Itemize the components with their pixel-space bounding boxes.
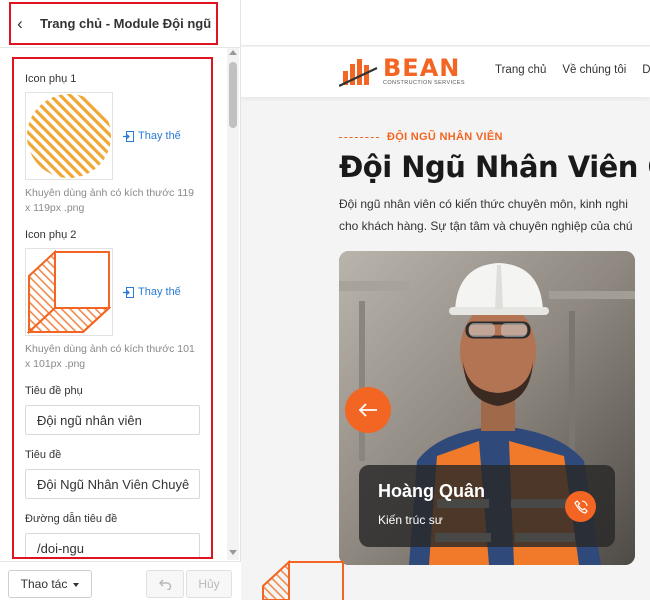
scrollbar-thumb[interactable] [229, 62, 237, 128]
icon2-thumbnail[interactable] [25, 248, 113, 336]
logo-tagline: CONSTRUCTION SERVICES [383, 80, 465, 86]
member-info: Hoàng Quân Kiến trúc sư [359, 465, 615, 547]
striped-cube-icon [27, 250, 111, 334]
icon2-hint: Khuyên dùng ảnh có kích thước 101 x 101p… [25, 343, 195, 370]
nav-item-more[interactable]: D [642, 64, 650, 76]
title-label: Tiêu đề [25, 449, 62, 461]
arrow-left-icon [358, 403, 377, 417]
panel-divider [0, 47, 241, 48]
nav-item-about[interactable]: Về chúng tôi [562, 64, 626, 76]
panel-scrollbar[interactable] [227, 48, 239, 560]
eyebrow-text: ĐỘI NGŨ NHÂN VIÊN [387, 131, 503, 143]
actions-label: Thao tác [20, 577, 68, 591]
caret-down-icon [73, 582, 80, 587]
decorative-cube-icon [262, 560, 344, 600]
prev-member-button[interactable] [345, 387, 391, 433]
site-nav: Trang chủ Về chúng tôi D [495, 64, 650, 76]
call-button[interactable] [565, 491, 596, 522]
replace-image-icon [123, 130, 134, 142]
site-preview: BEAN CONSTRUCTION SERVICES Trang chủ Về … [241, 0, 650, 600]
editor-panel: ‹ Trang chủ - Module Đội ngũ Icon phụ 1 [0, 0, 241, 600]
replace-image-icon [123, 286, 134, 298]
title-link-input[interactable]: /doi-ngu [25, 533, 200, 557]
team-member-card[interactable]: Hoàng Quân Kiến trúc sư [339, 251, 635, 565]
back-chevron-icon[interactable]: ‹ [13, 14, 27, 34]
logo-name: BEAN [383, 54, 461, 82]
phone-icon [573, 499, 588, 514]
icon1-hint: Khuyên dùng ảnh có kích thước 119 x 119p… [25, 187, 194, 214]
title-link-label: Đường dẫn tiêu đề [25, 513, 118, 525]
replace-icon2-label: Thay thế [138, 286, 181, 298]
replace-icon1-label: Thay thế [138, 130, 181, 142]
site-header: BEAN CONSTRUCTION SERVICES Trang chủ Về … [241, 47, 650, 97]
scroll-up-arrow[interactable] [229, 50, 237, 55]
undo-icon [158, 579, 171, 590]
preview-toolbar [241, 0, 650, 46]
scroll-down-arrow[interactable] [229, 550, 237, 555]
dashed-line [339, 136, 379, 138]
member-name: Hoàng Quân [378, 481, 485, 501]
subtitle-label: Tiêu đề phụ [25, 385, 83, 397]
description-line-2: cho khách hàng. Sự tận tâm và chuyên ngh… [339, 219, 633, 233]
member-role: Kiến trúc sư [378, 513, 443, 527]
section-eyebrow: ĐỘI NGŨ NHÂN VIÊN [339, 131, 503, 143]
nav-item-home[interactable]: Trang chủ [495, 64, 546, 76]
subtitle-input[interactable]: Đội ngũ nhân viên [25, 405, 200, 435]
panel-header: ‹ Trang chủ - Module Đội ngũ [9, 2, 218, 45]
description-line-1: Đội ngũ nhân viên có kiến thức chuyên mô… [339, 197, 628, 211]
icon1-label: Icon phụ 1 [25, 73, 77, 85]
actions-dropdown-button[interactable]: Thao tác [8, 570, 92, 598]
section-title: Đội Ngũ Nhân Viên C [339, 150, 650, 184]
undo-button[interactable] [146, 570, 184, 598]
cancel-button[interactable]: Hủy [186, 570, 232, 598]
building-logo-icon [339, 59, 378, 87]
section-description: Đội ngũ nhân viên có kiến thức chuyên mô… [339, 193, 650, 237]
replace-icon2-button[interactable]: Thay thế [123, 286, 181, 298]
icon2-label: Icon phụ 2 [25, 229, 77, 241]
icon1-thumbnail[interactable] [25, 92, 113, 180]
title-input[interactable]: Đội Ngũ Nhân Viên Chuyê [25, 469, 200, 499]
site-logo[interactable]: BEAN CONSTRUCTION SERVICES [339, 55, 465, 87]
panel-footer: Thao tác Hủy [0, 561, 241, 600]
replace-icon1-button[interactable]: Thay thế [123, 130, 181, 142]
settings-form: Icon phụ 1 Thay thế Khuyên dùng ảnh có k… [12, 57, 213, 559]
panel-title: Trang chủ - Module Đội ngũ [40, 16, 212, 31]
striped-circle-icon [27, 94, 111, 178]
